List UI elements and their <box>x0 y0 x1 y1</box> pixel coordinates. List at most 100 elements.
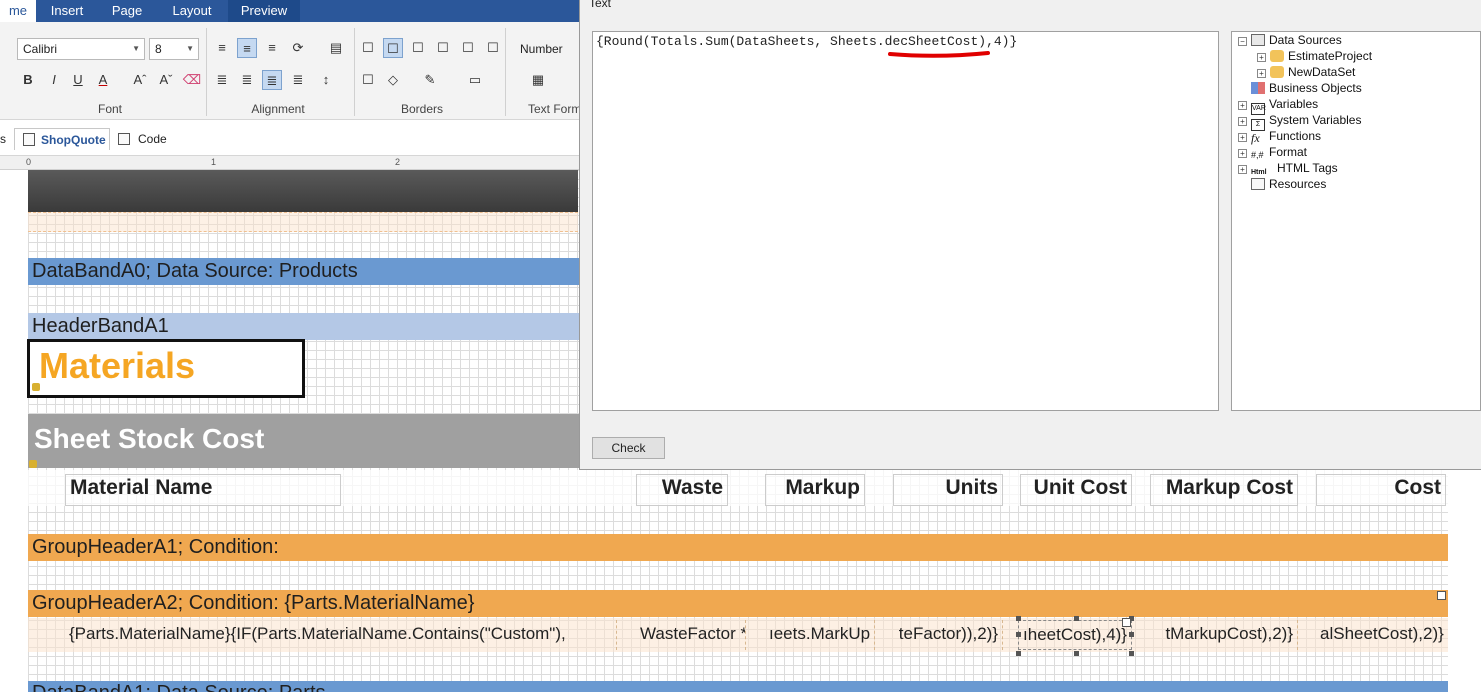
number-format-label[interactable]: Number <box>520 42 563 56</box>
ruler-mark: 2 <box>395 157 401 167</box>
tab-page[interactable]: Page <box>98 0 156 22</box>
font-size-combo[interactable]: 8 ▼ <box>149 38 199 60</box>
expr-waste[interactable]: WasteFactor * <box>636 620 746 650</box>
tree-item-resources[interactable]: Resources <box>1251 176 1326 192</box>
align-bottom-icon[interactable]: ≡ <box>262 38 282 58</box>
expand-icon[interactable]: + <box>1238 133 1247 142</box>
expand-icon[interactable]: + <box>1257 53 1266 62</box>
band-options-icon[interactable] <box>1437 591 1446 600</box>
text-format-icon[interactable]: ▦ <box>528 70 548 90</box>
border-all-icon[interactable]: ☐ <box>358 38 378 58</box>
resize-handle[interactable] <box>1129 651 1134 656</box>
font-name-value: Calibri <box>23 42 58 56</box>
border-right-icon[interactable]: ☐ <box>483 38 503 58</box>
font-color-button[interactable]: A <box>93 70 113 90</box>
justify-icon[interactable]: ≣ <box>288 70 308 90</box>
expr-units[interactable]: teFactor)),2)} <box>893 620 1003 650</box>
expr-markup-cost[interactable]: tMarkupCost),2)} <box>1150 620 1298 650</box>
group-header-a1[interactable]: GroupHeaderA1; Condition: <box>28 534 1448 561</box>
tree-item-html-tags[interactable]: + Html HTML Tags <box>1238 160 1338 176</box>
expand-icon[interactable]: + <box>1257 69 1266 78</box>
border-style-icon[interactable]: ▭ <box>458 70 492 90</box>
tab-shopquote[interactable]: ShopQuote <box>14 128 110 150</box>
expr-markup[interactable]: ıeets.MarkUp <box>765 620 875 650</box>
resize-handle[interactable] <box>1074 651 1079 656</box>
shrink-font-button[interactable]: Aˇ <box>156 70 176 90</box>
col-material-name[interactable]: Material Name <box>65 474 341 506</box>
underline-button[interactable]: U <box>68 70 88 90</box>
check-button[interactable]: Check <box>592 437 665 459</box>
divider <box>206 28 207 116</box>
font-size-value: 8 <box>155 42 162 56</box>
shadow-icon[interactable]: ☐ <box>358 70 378 90</box>
expr-unit-cost[interactable]: ıheetCost),4)} <box>1018 620 1132 650</box>
expand-icon[interactable]: + <box>1238 117 1247 126</box>
databand-a1[interactable]: DataBandA1; Data Source: Parts <box>28 681 1448 692</box>
align-middle-icon[interactable]: ≡ <box>237 38 257 58</box>
resize-handle[interactable] <box>1074 616 1079 621</box>
tree-item-data-sources[interactable]: − Data Sources <box>1238 32 1342 48</box>
tree-item-functions[interactable]: + fx Functions <box>1238 128 1321 144</box>
tab-code-label: Code <box>138 132 167 146</box>
tree-item-business-objects[interactable]: Business Objects <box>1251 80 1362 96</box>
tree-item-variables[interactable]: + VAR Variables <box>1238 96 1318 115</box>
col-cost[interactable]: Cost <box>1316 474 1446 506</box>
group-header-a2[interactable]: GroupHeaderA2; Condition: {Parts.Materia… <box>28 590 1448 617</box>
border-left-icon[interactable]: ☐ <box>433 38 453 58</box>
col-markup-cost[interactable]: Markup Cost <box>1150 474 1298 506</box>
eraser-icon[interactable]: ⌫ <box>182 70 202 90</box>
tab-insert[interactable]: Insert <box>36 0 98 22</box>
fill-color-icon[interactable]: ◇ <box>383 70 403 90</box>
col-unit-cost[interactable]: Unit Cost <box>1020 474 1132 506</box>
canvas-margin <box>0 170 28 692</box>
materials-textbox[interactable]: Materials <box>27 339 305 398</box>
align-top-icon[interactable]: ≡ <box>212 38 232 58</box>
tab-partial[interactable]: s <box>0 128 12 150</box>
grow-font-button[interactable]: Aˆ <box>130 70 150 90</box>
expr-cost[interactable]: alSheetCost),2)} <box>1316 620 1446 650</box>
rotate-icon[interactable]: ⟳ <box>288 38 308 58</box>
ruler-mark: 0 <box>26 157 32 167</box>
resize-handle[interactable] <box>1016 632 1021 637</box>
borders-group-label: Borders <box>400 102 444 116</box>
tab-layout[interactable]: Layout <box>156 0 228 22</box>
border-color-icon[interactable]: ✎ <box>420 70 440 90</box>
align-center-icon[interactable]: ≣ <box>237 70 257 90</box>
component-options-icon[interactable] <box>1122 618 1131 627</box>
line-spacing-icon[interactable]: ↕ <box>316 70 336 90</box>
font-name-combo[interactable]: Calibri ▼ <box>17 38 145 60</box>
resize-handle[interactable] <box>1016 651 1021 656</box>
align-left-icon[interactable]: ≣ <box>212 70 232 90</box>
expr-material-name[interactable]: {Parts.MaterialName}{IF(Parts.MaterialNa… <box>65 620 617 650</box>
resources-icon <box>1251 178 1265 190</box>
border-none-icon[interactable]: ☐ <box>383 38 403 58</box>
tree-item-format[interactable]: + #,# Format <box>1238 144 1307 160</box>
bold-button[interactable]: B <box>18 70 38 90</box>
expand-icon[interactable]: + <box>1238 101 1247 110</box>
resize-handle[interactable] <box>1129 632 1134 637</box>
expand-icon[interactable]: + <box>1238 165 1247 174</box>
dialog-title: Text <box>589 0 612 10</box>
expression-text: {Round(Totals.Sum(DataSheets, Sheets.dec… <box>596 34 1018 49</box>
tree-item-newdataset[interactable]: + NewDataSet <box>1257 64 1355 80</box>
expression-editor[interactable]: {Round(Totals.Sum(DataSheets, Sheets.dec… <box>592 31 1219 411</box>
resize-handle[interactable] <box>1016 616 1021 621</box>
col-markup[interactable]: Markup <box>765 474 865 506</box>
border-top-icon[interactable]: ☐ <box>408 38 428 58</box>
tree-item-system-variables[interactable]: + Σ System Variables <box>1238 112 1361 131</box>
expand-icon[interactable]: + <box>1238 149 1247 158</box>
header-image[interactable] <box>28 170 578 212</box>
tab-preview[interactable]: Preview <box>228 0 300 22</box>
tab-code[interactable]: Code <box>116 128 186 150</box>
tab-home[interactable]: me <box>0 0 36 22</box>
border-bottom-icon[interactable]: ☐ <box>458 38 478 58</box>
page-header-band[interactable] <box>28 212 578 232</box>
collapse-icon[interactable]: − <box>1238 37 1247 46</box>
col-units[interactable]: Units <box>893 474 1003 506</box>
italic-button[interactable]: I <box>44 70 64 90</box>
datasource-icon <box>1270 66 1284 78</box>
format-painter-icon[interactable]: ▤ <box>326 38 346 58</box>
col-waste[interactable]: Waste <box>636 474 728 506</box>
tree-item-estimateproject[interactable]: + EstimateProject <box>1257 48 1372 64</box>
align-right-icon[interactable]: ≣ <box>262 70 282 90</box>
